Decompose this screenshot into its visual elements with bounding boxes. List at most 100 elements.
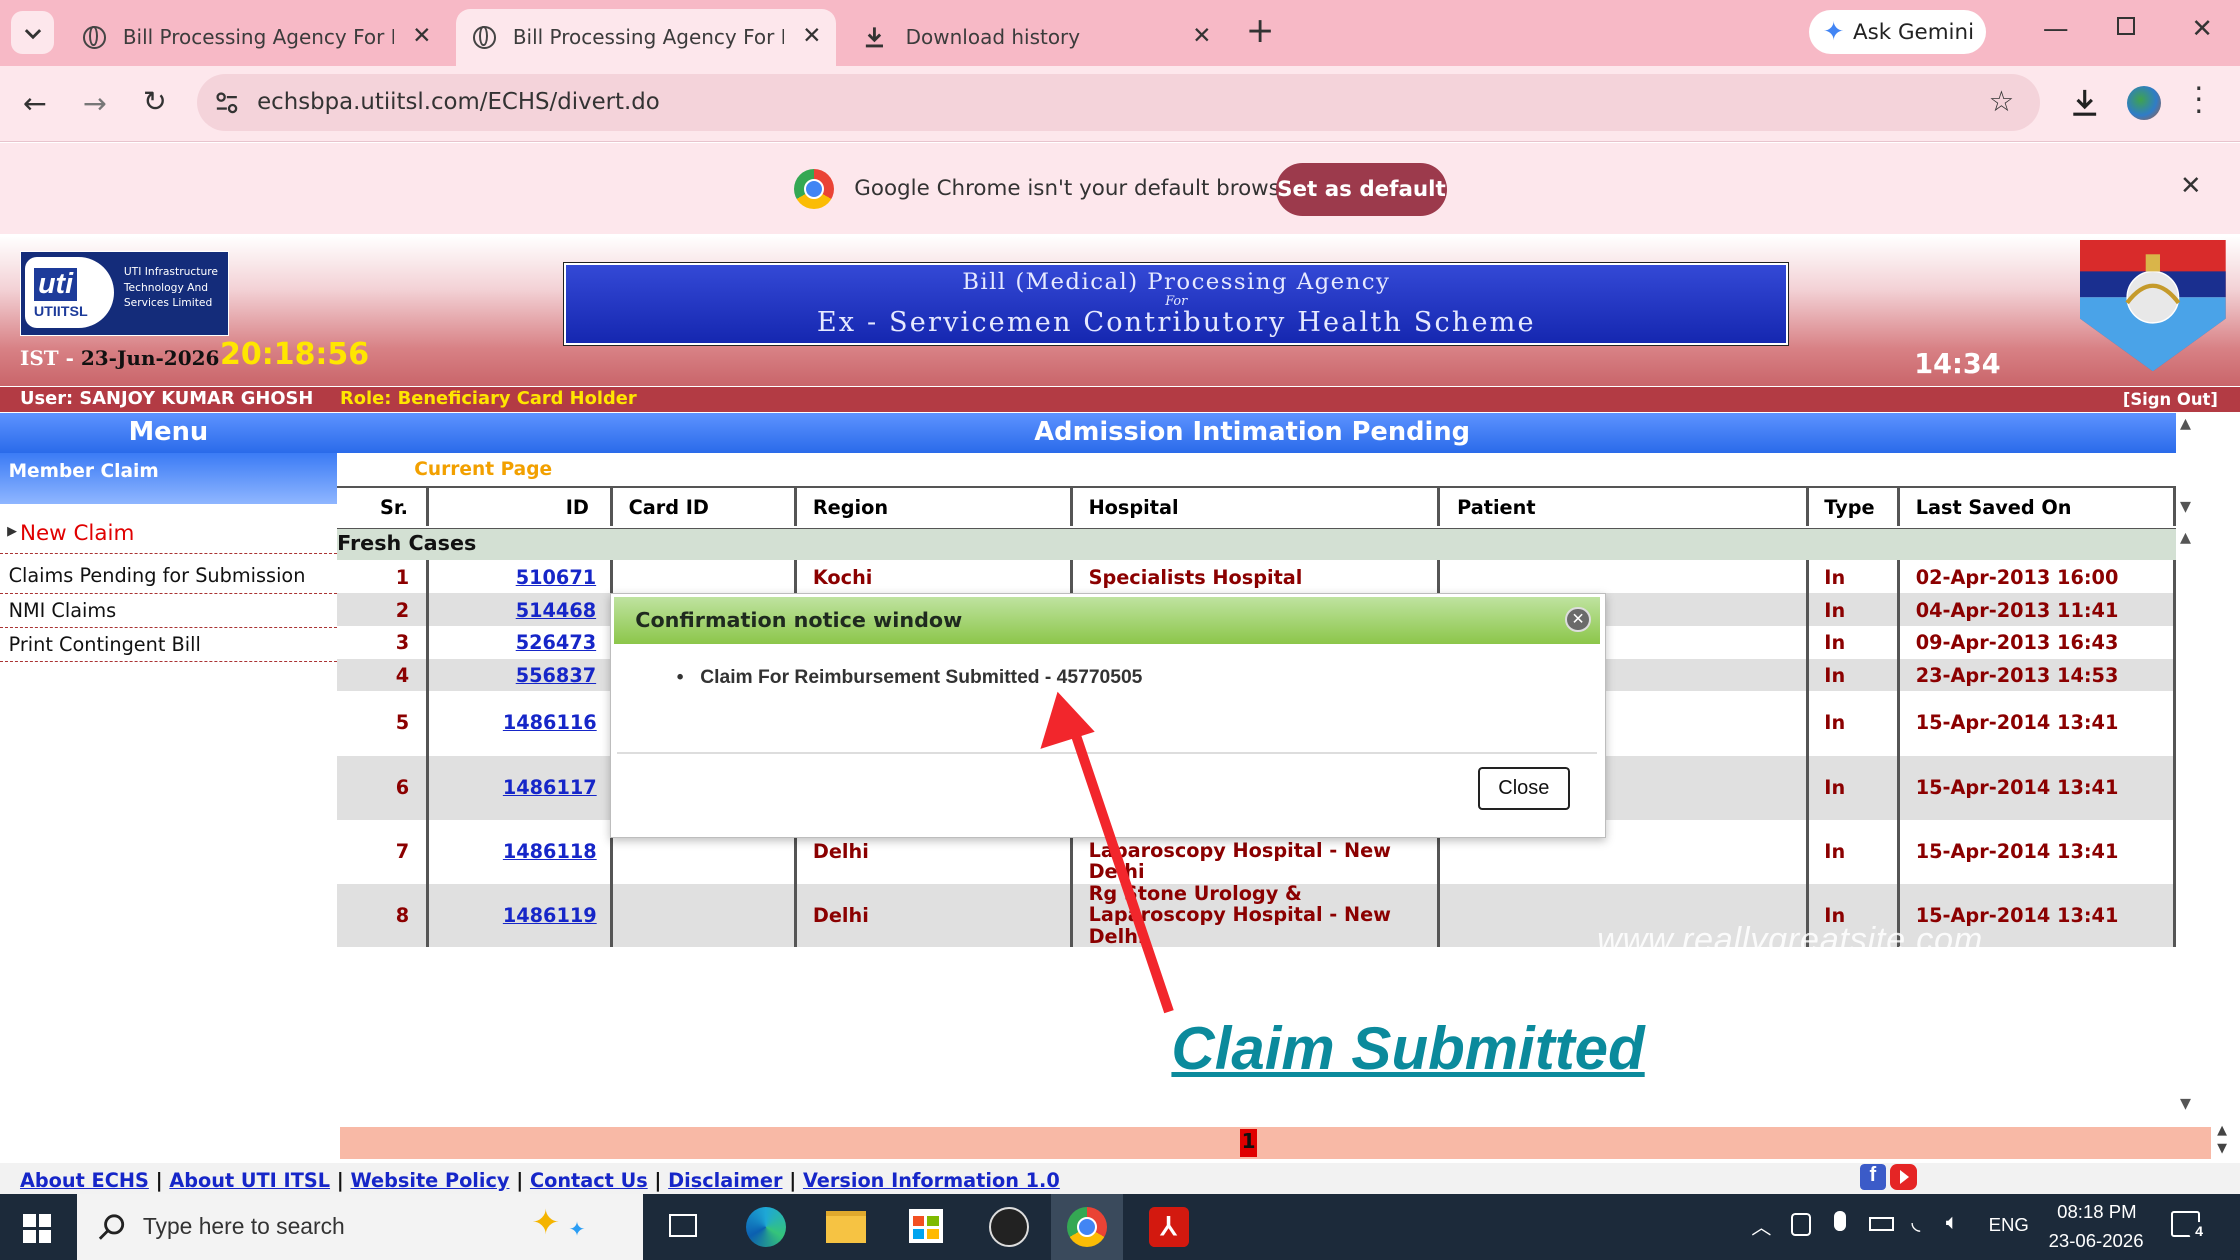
column-divider <box>609 485 613 526</box>
tab-bill-processing-2[interactable]: Bill Processing Agency For ECHS ✕ <box>455 8 836 66</box>
volume-icon[interactable]: 🔈︎ <box>1946 1210 1959 1235</box>
col-header-last-saved: Last Saved On <box>1915 495 2072 519</box>
annotation-arrow <box>1039 691 1174 1014</box>
store-icon[interactable] <box>908 1208 943 1243</box>
windows-taskbar: Type here to search ✦ ✦ ⅄ ︿ ◟ 🔈︎ ENG 08:… <box>0 1194 2240 1260</box>
cell-last-saved: 09-Apr-2013 16:43 <box>1915 631 2119 655</box>
page-scrollbar[interactable]: ▲ ▼ <box>2211 1123 2237 1163</box>
sidebar-item-new-claim[interactable]: ▶ New Claim <box>0 519 338 554</box>
wifi-icon[interactable]: ◟ <box>1911 1209 1920 1235</box>
dialog-close-button[interactable]: Close <box>1478 766 1570 810</box>
back-icon[interactable]: ← <box>23 86 47 120</box>
url-text[interactable]: echsbpa.utiitsl.com/ECHS/divert.do <box>257 89 660 115</box>
sidebar-item-nmi-claims[interactable]: NMI Claims <box>0 596 338 629</box>
scroll-up-icon[interactable]: ▲ <box>2180 530 2191 546</box>
banner-line-3: Ex - Servicemen Contributory Health Sche… <box>816 307 1536 339</box>
edge-icon[interactable] <box>745 1207 786 1248</box>
cell-sr: 5 <box>395 711 410 735</box>
column-divider <box>1437 485 1440 526</box>
page-number-1[interactable]: 1 <box>1239 1128 1258 1158</box>
minimize-icon[interactable]: — <box>2043 14 2069 44</box>
close-tab-icon[interactable]: ✕ <box>412 23 431 49</box>
tab-bill-processing-1[interactable]: Bill Processing Agency For ECHS ✕ <box>66 9 446 66</box>
set-default-button[interactable]: Set as default <box>1275 162 1448 216</box>
footer-link-website-policy[interactable]: Website Policy <box>350 1169 509 1192</box>
scroll-down-icon[interactable]: ▼ <box>2180 1096 2191 1112</box>
close-tab-icon[interactable]: ✕ <box>1192 23 1211 49</box>
taskbar-search-box[interactable]: Type here to search ✦ ✦ <box>77 1194 643 1260</box>
facebook-icon[interactable]: f <box>1859 1164 1886 1190</box>
scroll-down-icon[interactable]: ▼ <box>2180 499 2191 515</box>
cell-hospital: Specialists Hospital <box>1088 565 1303 589</box>
reload-icon[interactable]: ↻ <box>143 84 167 118</box>
close-infobar-icon[interactable]: ✕ <box>2180 171 2202 201</box>
group-row-fresh-cases: Fresh Cases <box>337 528 2176 560</box>
session-timer: 14:34 <box>1914 348 2001 380</box>
dialog-close-icon[interactable]: ✕ <box>1565 606 1591 633</box>
sidebar-item-print-contingent[interactable]: Print Contingent Bill <box>0 630 338 663</box>
claim-id-link[interactable]: 1486119 <box>503 904 597 927</box>
battery-icon[interactable] <box>1868 1217 1895 1232</box>
footer-link-about-uti[interactable]: About UTI ITSL <box>169 1169 330 1192</box>
claim-id-link[interactable]: 510671 <box>516 566 596 589</box>
sidebar-item-label: NMI Claims <box>8 598 117 622</box>
close-window-icon[interactable]: ✕ <box>2191 14 2213 44</box>
clock-date[interactable]: 23-06-2026 <box>2049 1230 2144 1252</box>
clock-time[interactable]: 08:18 PM <box>2057 1201 2136 1223</box>
sidebar-item-label: New Claim <box>19 521 135 547</box>
downloads-icon[interactable] <box>2069 87 2100 118</box>
obs-icon[interactable] <box>988 1207 1029 1248</box>
browser-menu-icon[interactable]: · · · <box>2194 74 2203 125</box>
footer-link-about-echs[interactable]: About ECHS <box>20 1169 149 1192</box>
footer-link-version[interactable]: Version Information 1.0 <box>803 1169 1060 1192</box>
acrobat-icon[interactable]: ⅄ <box>1148 1207 1189 1248</box>
date-value: 23-Jun-2026 <box>80 345 220 370</box>
chrome-logo-icon <box>794 168 835 209</box>
footer-link-contact-us[interactable]: Contact Us <box>530 1169 648 1192</box>
language-indicator[interactable]: ENG <box>1989 1214 2029 1236</box>
new-tab-button[interactable]: + <box>1246 11 1275 51</box>
profile-avatar[interactable] <box>2127 85 2162 120</box>
tab-search-button[interactable] <box>11 11 55 55</box>
col-header-hospital: Hospital <box>1088 495 1179 519</box>
task-view-icon[interactable] <box>668 1214 698 1238</box>
site-settings-icon[interactable] <box>214 90 240 116</box>
cell-last-saved: 23-Apr-2013 14:53 <box>1915 664 2119 688</box>
sparkle-icon: ✦ <box>531 1202 561 1243</box>
bookmark-star-icon[interactable]: ☆ <box>1989 84 2015 118</box>
address-bar[interactable]: echsbpa.utiitsl.com/ECHS/divert.do ☆ <box>197 74 2040 132</box>
cell-last-saved: 15-Apr-2014 13:41 <box>1915 711 2119 735</box>
sign-out-link[interactable]: [Sign Out] <box>2123 390 2218 409</box>
sparkle-icon: ✦ <box>568 1217 586 1242</box>
scroll-up-icon: ▲ <box>2217 1122 2228 1138</box>
sidebar-item-label: Claims Pending for Submission <box>8 564 306 588</box>
cell-type: In <box>1824 565 1846 589</box>
scroll-up-icon[interactable]: ▲ <box>2180 416 2191 432</box>
file-explorer-icon[interactable] <box>825 1211 866 1243</box>
restore-icon[interactable] <box>2117 17 2136 36</box>
claim-id-link[interactable]: 556837 <box>516 664 596 687</box>
echs-banner: Bill (Medical) Processing Agency For Ex … <box>563 261 1790 347</box>
ask-gemini-button[interactable]: ✦ Ask Gemini <box>1808 9 1986 55</box>
microphone-icon[interactable] <box>1834 1211 1846 1232</box>
footer-link-disclaimer[interactable]: Disclaimer <box>668 1169 782 1192</box>
claim-id-link[interactable]: 1486117 <box>503 776 597 799</box>
claim-id-link[interactable]: 1486118 <box>503 840 597 863</box>
chrome-taskbar-icon[interactable] <box>1051 1194 1123 1260</box>
claim-id-link[interactable]: 526473 <box>516 631 596 654</box>
claim-id-link[interactable]: 1486116 <box>503 711 597 734</box>
claim-id-link[interactable]: 514468 <box>516 599 596 622</box>
meet-now-icon[interactable] <box>1791 1212 1812 1236</box>
sidebar-item-claims-pending[interactable]: Claims Pending for Submission <box>0 561 338 594</box>
notification-icon[interactable]: 4 <box>2171 1211 2210 1242</box>
windows-start-icon[interactable] <box>22 1214 52 1243</box>
member-claim-section[interactable]: Member Claim <box>0 452 338 505</box>
sidebar: Member Claim ▶ New Claim Claims Pending … <box>0 452 338 1139</box>
close-tab-icon[interactable]: ✕ <box>802 23 821 49</box>
tray-chevron-icon[interactable]: ︿ <box>1751 1211 1771 1240</box>
user-name: SANJOY KUMAR GHOSH <box>79 388 314 410</box>
outer-scrollbar[interactable]: ▲ ▼ ▲ ▼ <box>2175 412 2200 1128</box>
forward-icon[interactable]: → <box>83 86 107 120</box>
youtube-icon[interactable] <box>1889 1164 1918 1190</box>
tab-download-history[interactable]: Download history ✕ <box>846 9 1226 66</box>
